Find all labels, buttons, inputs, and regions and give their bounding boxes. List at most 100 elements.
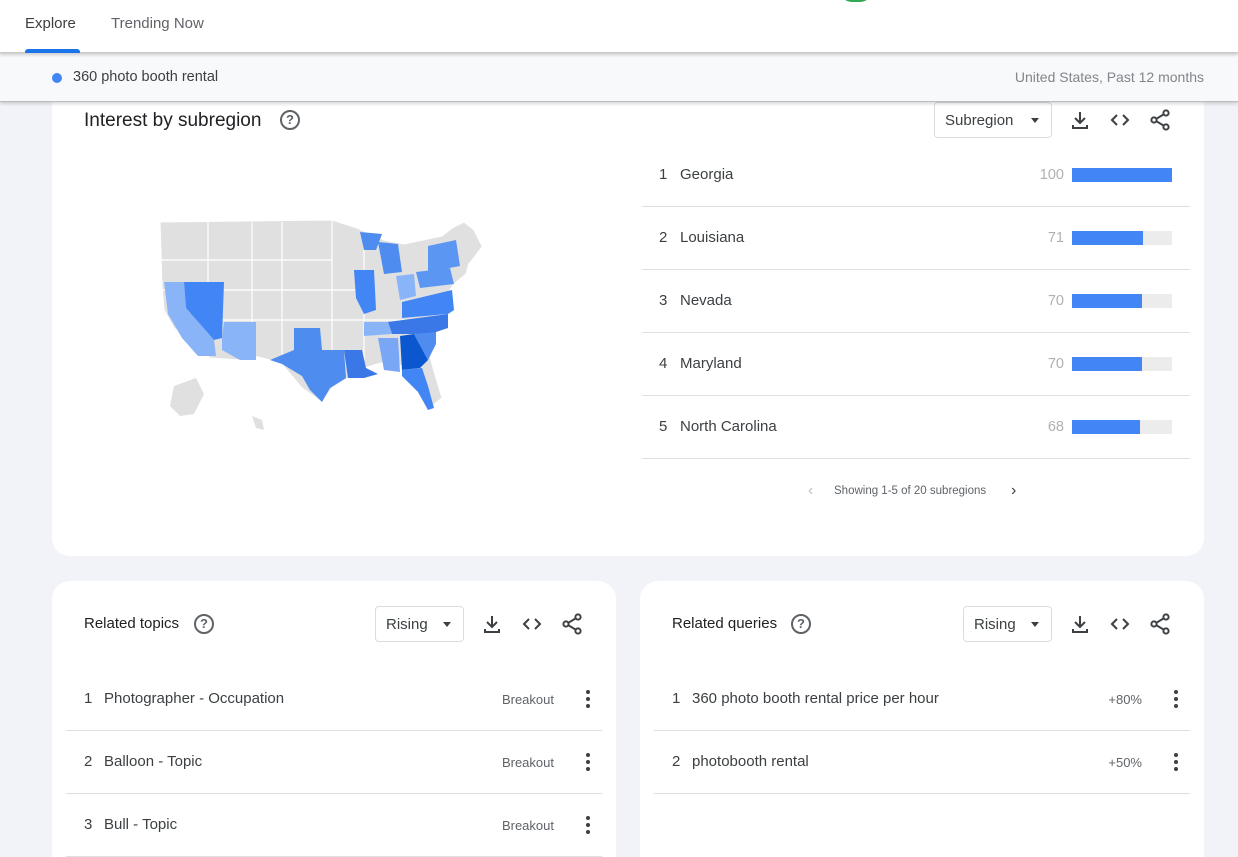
card-title: Related queries xyxy=(672,615,778,632)
term-color-dot xyxy=(52,73,62,83)
row-rank: 2 xyxy=(84,753,93,770)
row-text[interactable]: Balloon - Topic xyxy=(104,753,202,770)
dropdown-caret-icon xyxy=(1031,622,1039,627)
query-row[interactable]: 2 photobooth rental +50% xyxy=(654,731,1190,794)
us-subregion-map[interactable] xyxy=(152,210,522,440)
topic-row[interactable]: 2 Balloon - Topic Breakout xyxy=(66,731,602,794)
question-circle-icon[interactable]: ? xyxy=(280,110,300,130)
select-value: Rising xyxy=(386,616,428,633)
search-term[interactable]: 360 photo booth rental xyxy=(73,69,218,85)
active-tab-indicator xyxy=(25,49,80,53)
share-icon[interactable] xyxy=(1148,612,1172,636)
state-tennessee xyxy=(364,322,392,336)
row-text[interactable]: Bull - Topic xyxy=(104,816,177,833)
row-metric: Breakout xyxy=(501,818,554,833)
value-bar xyxy=(1072,168,1172,182)
map-hawaii xyxy=(252,416,264,430)
subregion-row[interactable]: 4 Maryland 70 xyxy=(642,333,1190,396)
interest-by-subregion-card: Interest by subregion ? Subregion 1 Geor… xyxy=(52,80,1204,556)
row-rank: 2 xyxy=(672,753,681,770)
row-rank: 3 xyxy=(84,816,93,833)
embed-code-icon[interactable] xyxy=(520,612,544,636)
row-value: 70 xyxy=(1047,356,1064,372)
row-rank: 3 xyxy=(659,292,668,309)
row-rank: 1 xyxy=(672,690,681,707)
row-text[interactable]: 360 photo booth rental price per hour xyxy=(692,690,939,707)
card-title: Interest by subregion xyxy=(84,110,262,131)
subregion-select[interactable]: Subregion xyxy=(934,102,1052,138)
subregion-row[interactable]: 2 Louisiana 71 xyxy=(642,207,1190,270)
value-bar xyxy=(1072,420,1172,434)
row-name[interactable]: Georgia xyxy=(680,166,733,183)
query-row[interactable]: 1 360 photo booth rental price per hour … xyxy=(654,668,1190,731)
search-term-bar: 360 photo booth rental United States, Pa… xyxy=(0,53,1238,102)
value-bar xyxy=(1072,294,1172,308)
row-rank: 2 xyxy=(659,229,668,246)
value-bar-fill xyxy=(1072,294,1142,308)
pager-text: Showing 1-5 of 20 subregions xyxy=(834,485,987,497)
more-vert-icon[interactable] xyxy=(1170,689,1182,711)
row-rank: 5 xyxy=(659,418,668,435)
row-text[interactable]: photobooth rental xyxy=(692,753,809,770)
question-circle-icon[interactable]: ? xyxy=(791,614,811,634)
state-new-england xyxy=(460,246,482,266)
chevron-right-icon[interactable]: › xyxy=(1011,482,1016,500)
related-topics-card: Related topics ? Rising 1 Photographer -… xyxy=(52,581,616,857)
value-bar-fill xyxy=(1072,420,1140,434)
row-rank: 1 xyxy=(659,166,668,183)
share-icon[interactable] xyxy=(560,612,584,636)
subregion-row[interactable]: 5 North Carolina 68 xyxy=(642,396,1190,459)
download-icon[interactable] xyxy=(1068,612,1092,636)
select-value: Subregion xyxy=(945,112,1014,129)
value-bar xyxy=(1072,357,1172,371)
top-nav: Explore Trending Now xyxy=(0,0,1238,53)
download-icon[interactable] xyxy=(480,612,504,636)
row-rank: 1 xyxy=(84,690,93,707)
more-vert-icon[interactable] xyxy=(582,752,594,774)
row-name[interactable]: Maryland xyxy=(680,355,742,372)
row-name[interactable]: North Carolina xyxy=(680,418,777,435)
share-icon[interactable] xyxy=(1148,108,1172,132)
subregion-row[interactable]: 3 Nevada 70 xyxy=(642,270,1190,333)
topic-row[interactable]: 3 Bull - Topic Breakout xyxy=(66,794,602,857)
row-metric: Breakout xyxy=(501,755,554,770)
topic-row[interactable]: 1 Photographer - Occupation Breakout xyxy=(66,668,602,731)
row-name[interactable]: Louisiana xyxy=(680,229,744,246)
rising-select[interactable]: Rising xyxy=(375,606,464,642)
decorative-arc xyxy=(840,0,872,2)
more-vert-icon[interactable] xyxy=(582,815,594,837)
embed-code-icon[interactable] xyxy=(1108,612,1132,636)
value-bar-fill xyxy=(1072,231,1143,245)
value-bar-fill xyxy=(1072,357,1142,371)
state-alabama xyxy=(378,338,400,372)
related-queries-card: Related queries ? Rising 1 360 photo boo… xyxy=(640,581,1204,857)
dropdown-caret-icon xyxy=(443,622,451,627)
download-icon[interactable] xyxy=(1068,108,1092,132)
rising-select[interactable]: Rising xyxy=(963,606,1052,642)
map-alaska xyxy=(170,378,204,416)
row-value: 100 xyxy=(1039,167,1064,183)
value-bar-fill xyxy=(1072,168,1172,182)
more-vert-icon[interactable] xyxy=(1170,752,1182,774)
row-metric: Breakout xyxy=(501,692,554,707)
select-value: Rising xyxy=(974,616,1016,633)
subregion-row[interactable]: 1 Georgia 100 xyxy=(642,144,1190,207)
tab-explore[interactable]: Explore xyxy=(25,15,76,32)
dropdown-caret-icon xyxy=(1031,118,1039,123)
row-rank: 4 xyxy=(659,355,668,372)
embed-code-icon[interactable] xyxy=(1108,108,1132,132)
question-circle-icon[interactable]: ? xyxy=(194,614,214,634)
tab-trending-now[interactable]: Trending Now xyxy=(111,15,204,32)
row-value: 68 xyxy=(1047,419,1064,435)
card-title: Related topics xyxy=(84,615,180,632)
row-value: 71 xyxy=(1047,230,1064,246)
more-vert-icon[interactable] xyxy=(582,689,594,711)
chevron-left-icon[interactable]: ‹ xyxy=(808,482,813,500)
row-metric: +50% xyxy=(1108,755,1142,770)
row-name[interactable]: Nevada xyxy=(680,292,732,309)
row-text[interactable]: Photographer - Occupation xyxy=(104,690,284,707)
geo-time-scope: United States, Past 12 months xyxy=(1014,69,1204,85)
value-bar xyxy=(1072,231,1172,245)
row-metric: +80% xyxy=(1108,692,1142,707)
row-value: 70 xyxy=(1047,293,1064,309)
